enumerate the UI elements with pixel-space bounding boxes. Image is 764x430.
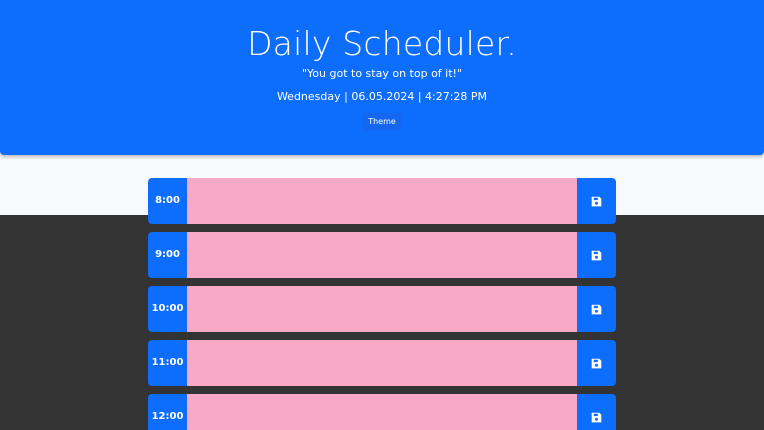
theme-button[interactable]: Theme bbox=[363, 113, 401, 131]
save-button[interactable] bbox=[577, 232, 616, 278]
hour-label: 8:00 bbox=[148, 178, 187, 224]
header: Daily Scheduler. "You got to stay on top… bbox=[0, 0, 764, 155]
task-input[interactable] bbox=[187, 286, 577, 332]
tagline: "You got to stay on top of it!" bbox=[301, 67, 463, 80]
floppy-disk-icon bbox=[591, 412, 602, 423]
save-button[interactable] bbox=[577, 394, 616, 430]
time-block-row: 9:00 bbox=[148, 232, 616, 278]
time-block-row: 10:00 bbox=[148, 286, 616, 332]
time-block-row: 8:00 bbox=[148, 178, 616, 224]
floppy-disk-icon bbox=[591, 196, 602, 207]
time-block-row: 12:00 bbox=[148, 394, 616, 430]
floppy-disk-icon bbox=[591, 358, 602, 369]
floppy-disk-icon bbox=[591, 304, 602, 315]
task-input[interactable] bbox=[187, 178, 577, 224]
task-input[interactable] bbox=[187, 232, 577, 278]
hour-label: 12:00 bbox=[148, 394, 187, 430]
time-block-row: 11:00 bbox=[148, 340, 616, 386]
task-input[interactable] bbox=[187, 394, 577, 430]
hour-label: 10:00 bbox=[148, 286, 187, 332]
save-button[interactable] bbox=[577, 340, 616, 386]
save-button[interactable] bbox=[577, 286, 616, 332]
save-button[interactable] bbox=[577, 178, 616, 224]
floppy-disk-icon bbox=[591, 250, 602, 261]
hour-label: 9:00 bbox=[148, 232, 187, 278]
schedule-list: 8:00 9:00 10:00 11:00 12:00 bbox=[148, 178, 616, 430]
task-input[interactable] bbox=[187, 340, 577, 386]
current-datetime: Wednesday | 06.05.2024 | 4:27:28 PM bbox=[276, 90, 488, 103]
page-title: Daily Scheduler. bbox=[247, 24, 517, 63]
hour-label: 11:00 bbox=[148, 340, 187, 386]
